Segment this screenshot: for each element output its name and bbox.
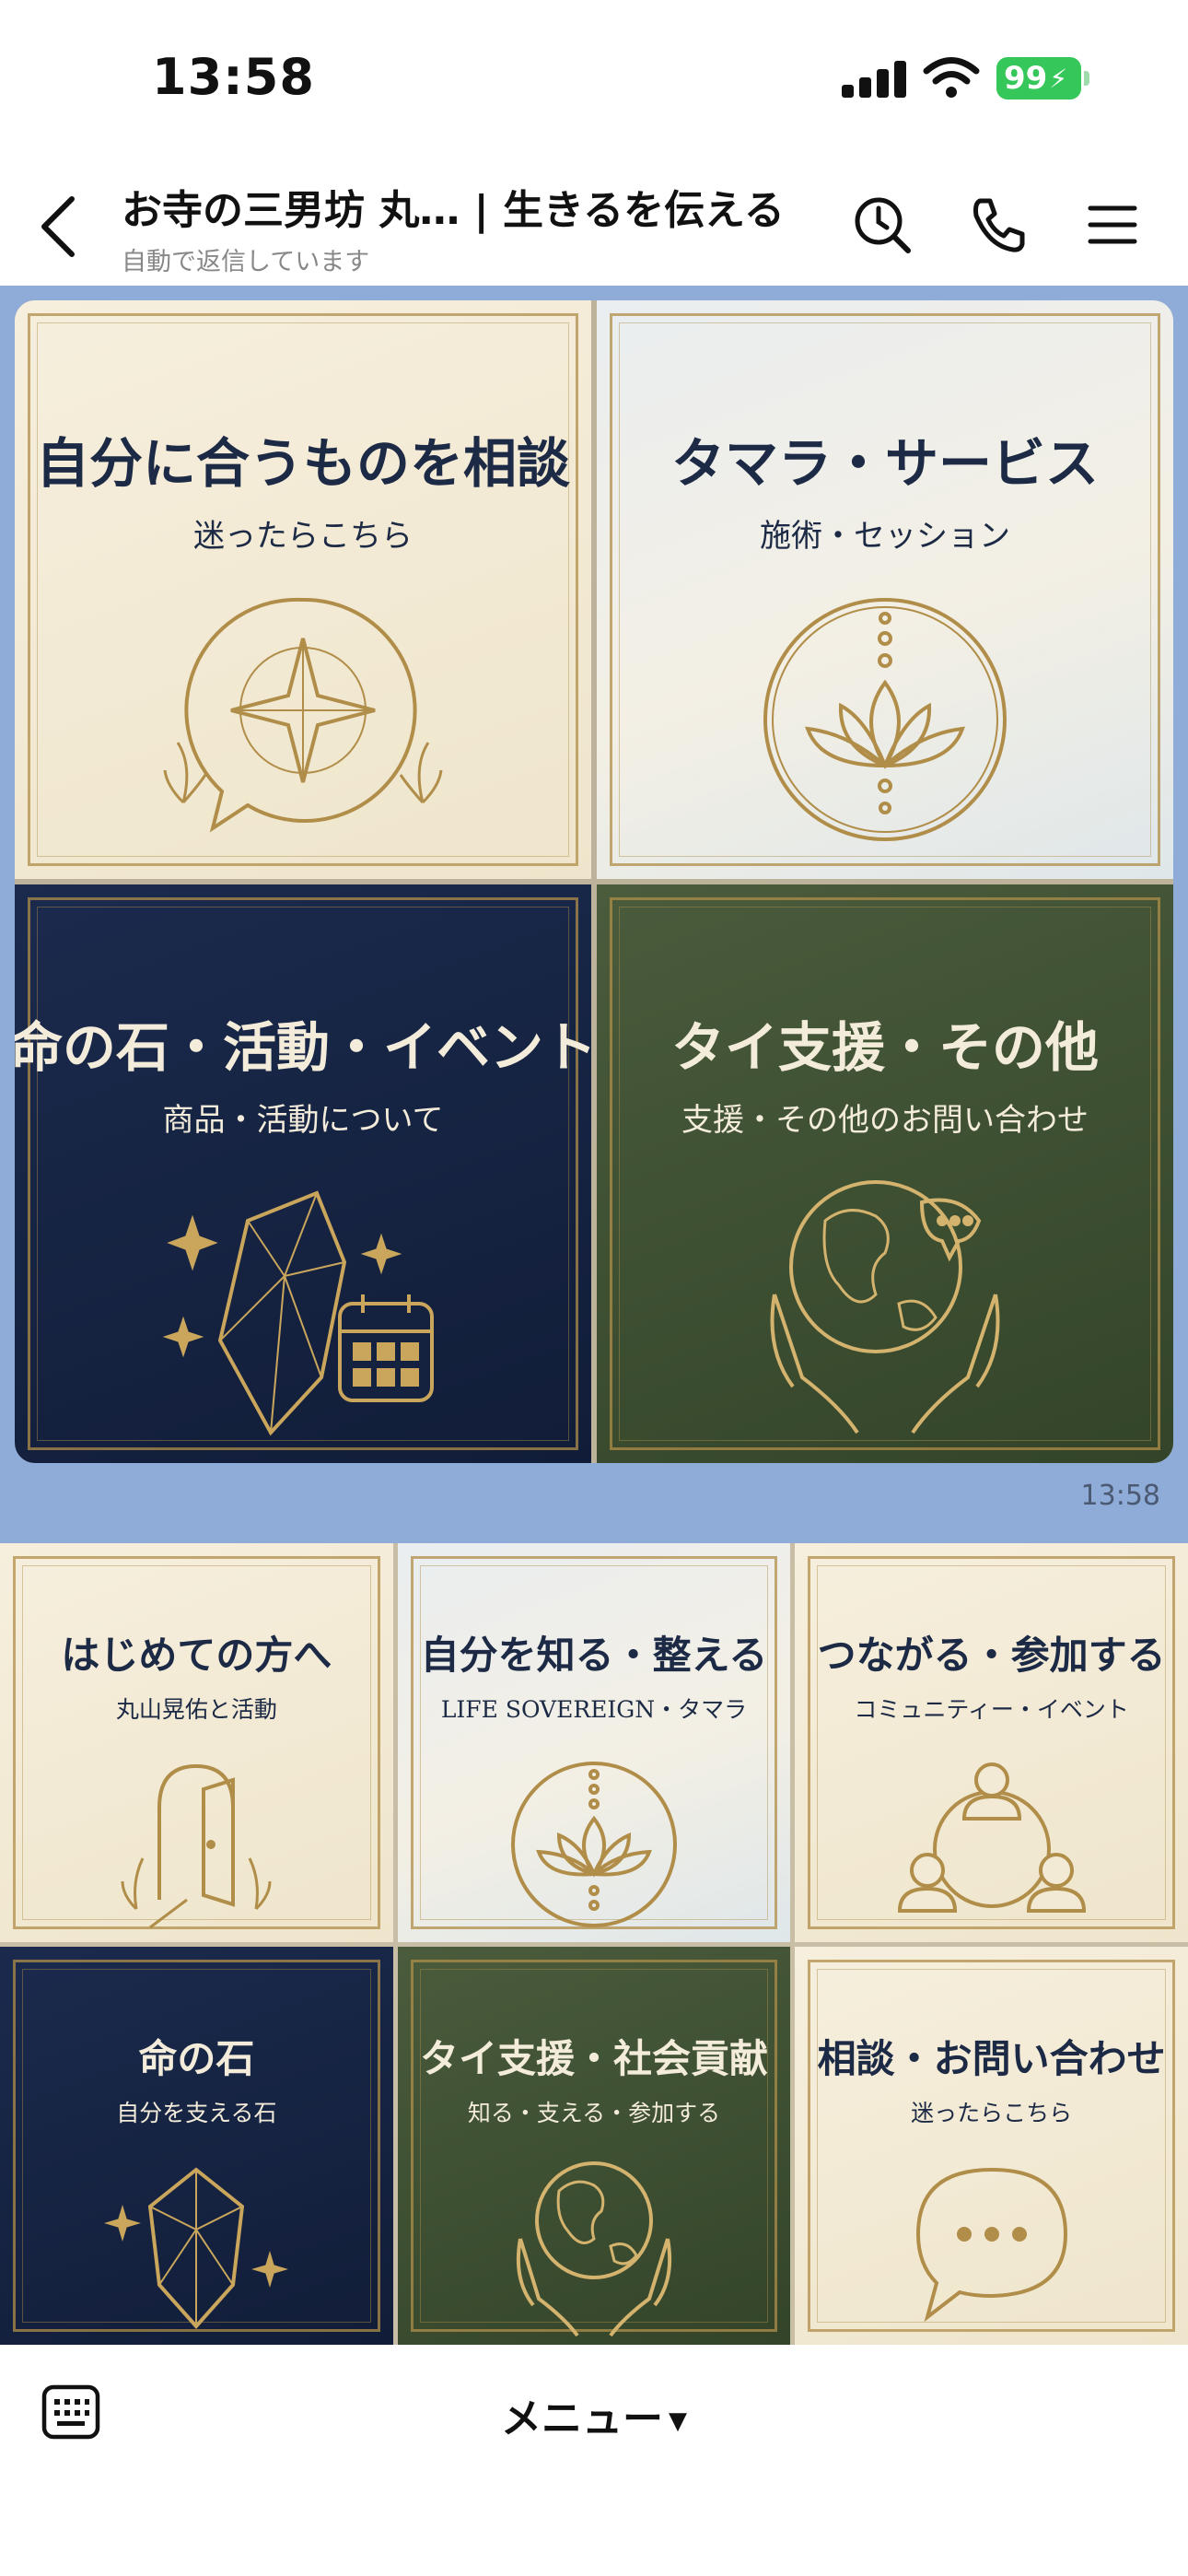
rich-menu-life-stone[interactable]: 命の石 自分を支える石 — [0, 1946, 393, 2345]
card-title: 自分に合うものを相談 — [35, 432, 570, 495]
phone-icon[interactable] — [965, 192, 1031, 258]
cellular-signal-icon — [842, 61, 906, 98]
door-icon — [121, 1763, 272, 1929]
rich-menu-first-visit[interactable]: はじめての方へ 丸山晃佑と活動 — [0, 1543, 393, 1942]
menu-item-title: タイ支援・社会貢献 — [419, 2035, 768, 2081]
back-button[interactable] — [35, 193, 83, 260]
rich-menu-toggle[interactable]: メニュー ▼ — [0, 2385, 1188, 2444]
wifi-icon — [923, 57, 980, 98]
bottom-bar: メニュー ▼ — [0, 2345, 1188, 2576]
menu-item-subtitle: 迷ったらこちら — [911, 2099, 1073, 2126]
card-subtitle: 迷ったらこちら — [193, 518, 413, 555]
menu-item-subtitle: 丸山晃佑と活動 — [115, 1696, 277, 1723]
auto-reply-status: 自動で返信しています — [122, 248, 370, 276]
status-bar: 13:58 99 ⚡ — [0, 0, 1188, 157]
card-title: 命の石・活動・イベント — [15, 1016, 591, 1079]
menu-item-subtitle: 知る・支える・参加する — [467, 2099, 721, 2126]
message-card-tamara[interactable]: タマラ・サービス 施術・セッション — [597, 300, 1173, 879]
image-map-message: 自分に合うものを相談 迷ったらこちら タマラ・サービス 施術・セッション 命の石… — [15, 300, 1173, 1463]
menu-item-title: 自分を知る・整える — [420, 1633, 768, 1678]
lotus-icon — [510, 1762, 677, 1927]
rich-menu: はじめての方へ 丸山晃佑と活動 自分を知る・整える LIFE SOVEREIGN… — [0, 1543, 1188, 2345]
hamburger-menu-icon[interactable] — [1079, 192, 1146, 258]
compass-icon — [163, 597, 443, 833]
card-title: タマラ・サービス — [670, 432, 1099, 495]
card-subtitle: 商品・活動について — [162, 1102, 444, 1139]
chat-bubble-icon — [915, 2167, 1067, 2322]
menu-item-subtitle: LIFE SOVEREIGN・タマラ — [440, 1696, 748, 1723]
message-timestamp: 13:58 — [1080, 1480, 1160, 1512]
search-history-icon[interactable] — [849, 192, 915, 258]
globe-hands-icon — [770, 1180, 1000, 1434]
message-card-consult[interactable]: 自分に合うものを相談 迷ったらこちら — [15, 300, 591, 879]
card-title: タイ支援・その他 — [670, 1016, 1099, 1079]
rich-menu-community[interactable]: つながる・参加する コミュニティー・イベント — [795, 1543, 1188, 1942]
rich-menu-contact[interactable]: 相談・お問い合わせ 迷ったらこちら — [795, 1946, 1188, 2345]
status-time: 13:58 — [152, 48, 315, 106]
battery-level: 99 — [1004, 60, 1048, 97]
menu-item-title: はじめての方へ — [61, 1633, 332, 1678]
message-card-stone-events[interactable]: 命の石・活動・イベント 商品・活動について — [15, 884, 591, 1463]
message-card-thai-support[interactable]: タイ支援・その他 支援・その他のお問い合わせ — [597, 884, 1173, 1463]
crystal-calendar-icon — [162, 1190, 434, 1436]
people-icon — [897, 1762, 1086, 1913]
battery-icon: 99 ⚡ — [996, 57, 1089, 100]
caret-down-icon: ▼ — [669, 2407, 687, 2435]
globe-hands-icon — [516, 2160, 672, 2336]
chat-title[interactable]: お寺の三男坊 丸… | 生きるを伝える — [122, 177, 821, 236]
rich-menu-know-yourself[interactable]: 自分を知る・整える LIFE SOVEREIGN・タマラ — [397, 1543, 791, 1942]
card-subtitle: 支援・その他のお問い合わせ — [681, 1102, 1089, 1139]
rich-menu-thai-support[interactable]: タイ支援・社会貢献 知る・支える・参加する — [397, 1946, 791, 2345]
menu-item-subtitle: コミュニティー・イベント — [854, 1696, 1129, 1723]
menu-item-title: 命の石 — [138, 2035, 255, 2081]
chat-header: お寺の三男坊 丸… | 生きるを伝える 自動で返信しています — [0, 157, 1188, 286]
menu-item-title: つながる・参加する — [817, 1633, 1166, 1678]
menu-item-title: 相談・お問い合わせ — [817, 2035, 1166, 2081]
card-subtitle: 施術・セッション — [760, 518, 1010, 555]
crystal-icon — [104, 2166, 289, 2329]
chat-area: 自分に合うものを相談 迷ったらこちら タマラ・サービス 施術・セッション 命の石… — [0, 286, 1188, 2345]
menu-item-subtitle: 自分を支える石 — [116, 2099, 277, 2126]
menu-toggle-label: メニュー — [501, 2395, 663, 2442]
lotus-icon — [763, 598, 1007, 841]
